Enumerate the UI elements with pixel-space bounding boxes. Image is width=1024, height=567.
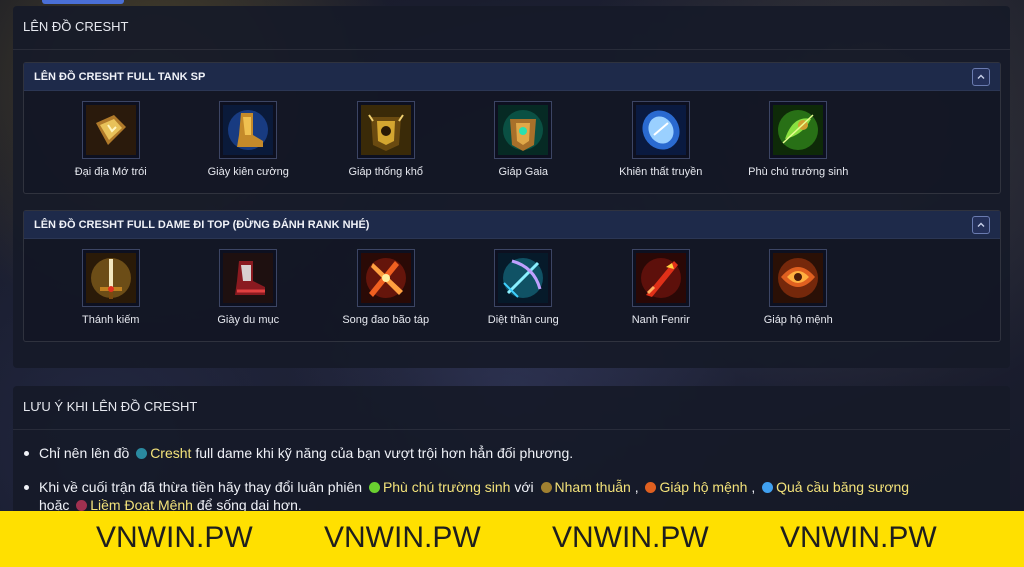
item-name: Thánh kiếm — [82, 314, 140, 326]
frost-orb-icon — [762, 482, 774, 493]
item-name: Diệt thần cung — [487, 314, 559, 326]
watermark-banner: VNWIN.PW VNWIN.PW VNWIN.PW VNWIN.PW — [0, 511, 1024, 567]
guardian-armor-icon — [769, 249, 828, 307]
golden-tome-icon — [81, 101, 140, 159]
spiked-armor-icon — [356, 101, 415, 159]
build-item[interactable]: Giáp thống khổ — [317, 101, 455, 178]
build-item[interactable]: Diệt thần cung — [455, 249, 593, 326]
build-title: LÊN ĐỒ CRESHT FULL DAME ĐI TOP (ĐỪNG ĐÁN… — [34, 218, 370, 231]
build-title: LÊN ĐỒ CRESHT FULL TANK SP — [34, 70, 206, 83]
item-name: Song đao bão táp — [342, 314, 430, 326]
build-item[interactable]: Giáp Gaia — [455, 101, 593, 178]
item-name: Khiên thất truyền — [619, 166, 703, 178]
scythe-icon — [76, 500, 88, 511]
item-name: Đại địa Mớ trói — [74, 166, 147, 178]
build-damage: LÊN ĐỒ CRESHT FULL DAME ĐI TOP (ĐỪNG ĐÁN… — [23, 210, 1001, 342]
build-header[interactable]: LÊN ĐỒ CRESHT FULL DAME ĐI TOP (ĐỪNG ĐÁN… — [24, 211, 1000, 239]
item-list: Đại địa Mớ trói Giày kiên cường Giáp thố… — [24, 91, 1000, 178]
tip-text: Chỉ nên lên đồ — [39, 445, 130, 461]
item-name: Nanh Fenrir — [631, 314, 690, 326]
tips-panel-title: LƯU Ý KHI LÊN ĐỒ CRESHT — [13, 386, 1010, 430]
tip-text: , — [634, 479, 639, 495]
tip-text: , — [751, 479, 756, 495]
fenrir-fang-icon — [631, 249, 690, 307]
build-item[interactable]: Đại địa Mớ trói — [42, 101, 180, 178]
red-boots-icon — [219, 249, 278, 307]
golden-boots-icon — [219, 101, 278, 159]
active-tab-indicator — [42, 0, 124, 4]
build-item[interactable]: Giáp hộ mệnh — [730, 249, 868, 326]
item-name: Giáp Gaia — [498, 166, 549, 178]
chevron-up-icon — [977, 222, 985, 227]
tip-text: với — [514, 479, 534, 495]
collapse-button[interactable] — [972, 67, 990, 86]
ice-shield-icon — [631, 101, 690, 159]
green-amulet-icon — [769, 101, 828, 159]
chevron-up-icon — [977, 74, 985, 79]
item-link[interactable]: Nham thuẫn — [555, 479, 631, 495]
build-item[interactable]: Song đao bão táp — [317, 249, 455, 326]
green-amulet-icon — [368, 482, 380, 493]
item-name: Giày du mục — [217, 314, 280, 326]
hero-link[interactable]: Cresht — [150, 445, 191, 461]
build-item[interactable]: Nanh Fenrir — [592, 249, 730, 326]
item-name: Giáp hộ mệnh — [763, 314, 833, 326]
item-name: Giáp thống khổ — [348, 166, 424, 178]
rock-shield-icon — [540, 482, 552, 493]
item-link[interactable]: Giáp hộ mệnh — [659, 479, 747, 495]
item-name: Giày kiên cường — [207, 166, 289, 178]
item-name: Phù chú trường sinh — [748, 166, 849, 178]
guardian-armor-icon — [645, 482, 657, 493]
banner-text: VNWIN.PW — [552, 521, 709, 554]
banner-text: VNWIN.PW — [96, 521, 253, 554]
god-bow-icon — [494, 249, 553, 307]
build-header[interactable]: LÊN ĐỒ CRESHT FULL TANK SP — [24, 63, 1000, 91]
builds-panel: LÊN ĐỒ CRESHT LÊN ĐỒ CRESHT FULL TANK SP… — [13, 6, 1010, 368]
tip-item: Khi về cuối trận đã thừa tiền hãy thay đ… — [23, 478, 993, 514]
item-list: Thánh kiếm Giày du mục Song đao bão táp … — [24, 239, 1000, 326]
tips-panel: LƯU Ý KHI LÊN ĐỒ CRESHT Chỉ nên lên đồ C… — [13, 386, 1010, 526]
build-item[interactable]: Khiên thất truyền — [592, 101, 730, 178]
tip-text: Khi về cuối trận đã thừa tiền hãy thay đ… — [39, 479, 363, 495]
holy-sword-icon — [81, 249, 140, 307]
build-item[interactable]: Thánh kiếm — [42, 249, 180, 326]
tip-text: full dame khi kỹ năng của bạn vượt trội … — [195, 445, 574, 461]
gaia-armor-icon — [494, 101, 553, 159]
cresht-hero-icon — [136, 448, 148, 459]
banner-text: VNWIN.PW — [324, 521, 481, 554]
builds-panel-title: LÊN ĐỒ CRESHT — [13, 6, 1010, 50]
item-link[interactable]: Phù chú trường sinh — [383, 479, 511, 495]
tip-item: Chỉ nên lên đồ Cresht full dame khi kỹ n… — [23, 444, 993, 462]
twin-blades-icon — [356, 249, 415, 307]
build-item[interactable]: Giày kiên cường — [180, 101, 318, 178]
banner-text: VNWIN.PW — [780, 521, 937, 554]
build-tank: LÊN ĐỒ CRESHT FULL TANK SP Đại địa Mớ tr… — [23, 62, 1001, 194]
collapse-button[interactable] — [972, 215, 990, 234]
item-link[interactable]: Quả cầu băng sương — [776, 479, 909, 495]
build-item[interactable]: Giày du mục — [180, 249, 318, 326]
build-item[interactable]: Phù chú trường sinh — [730, 101, 868, 178]
